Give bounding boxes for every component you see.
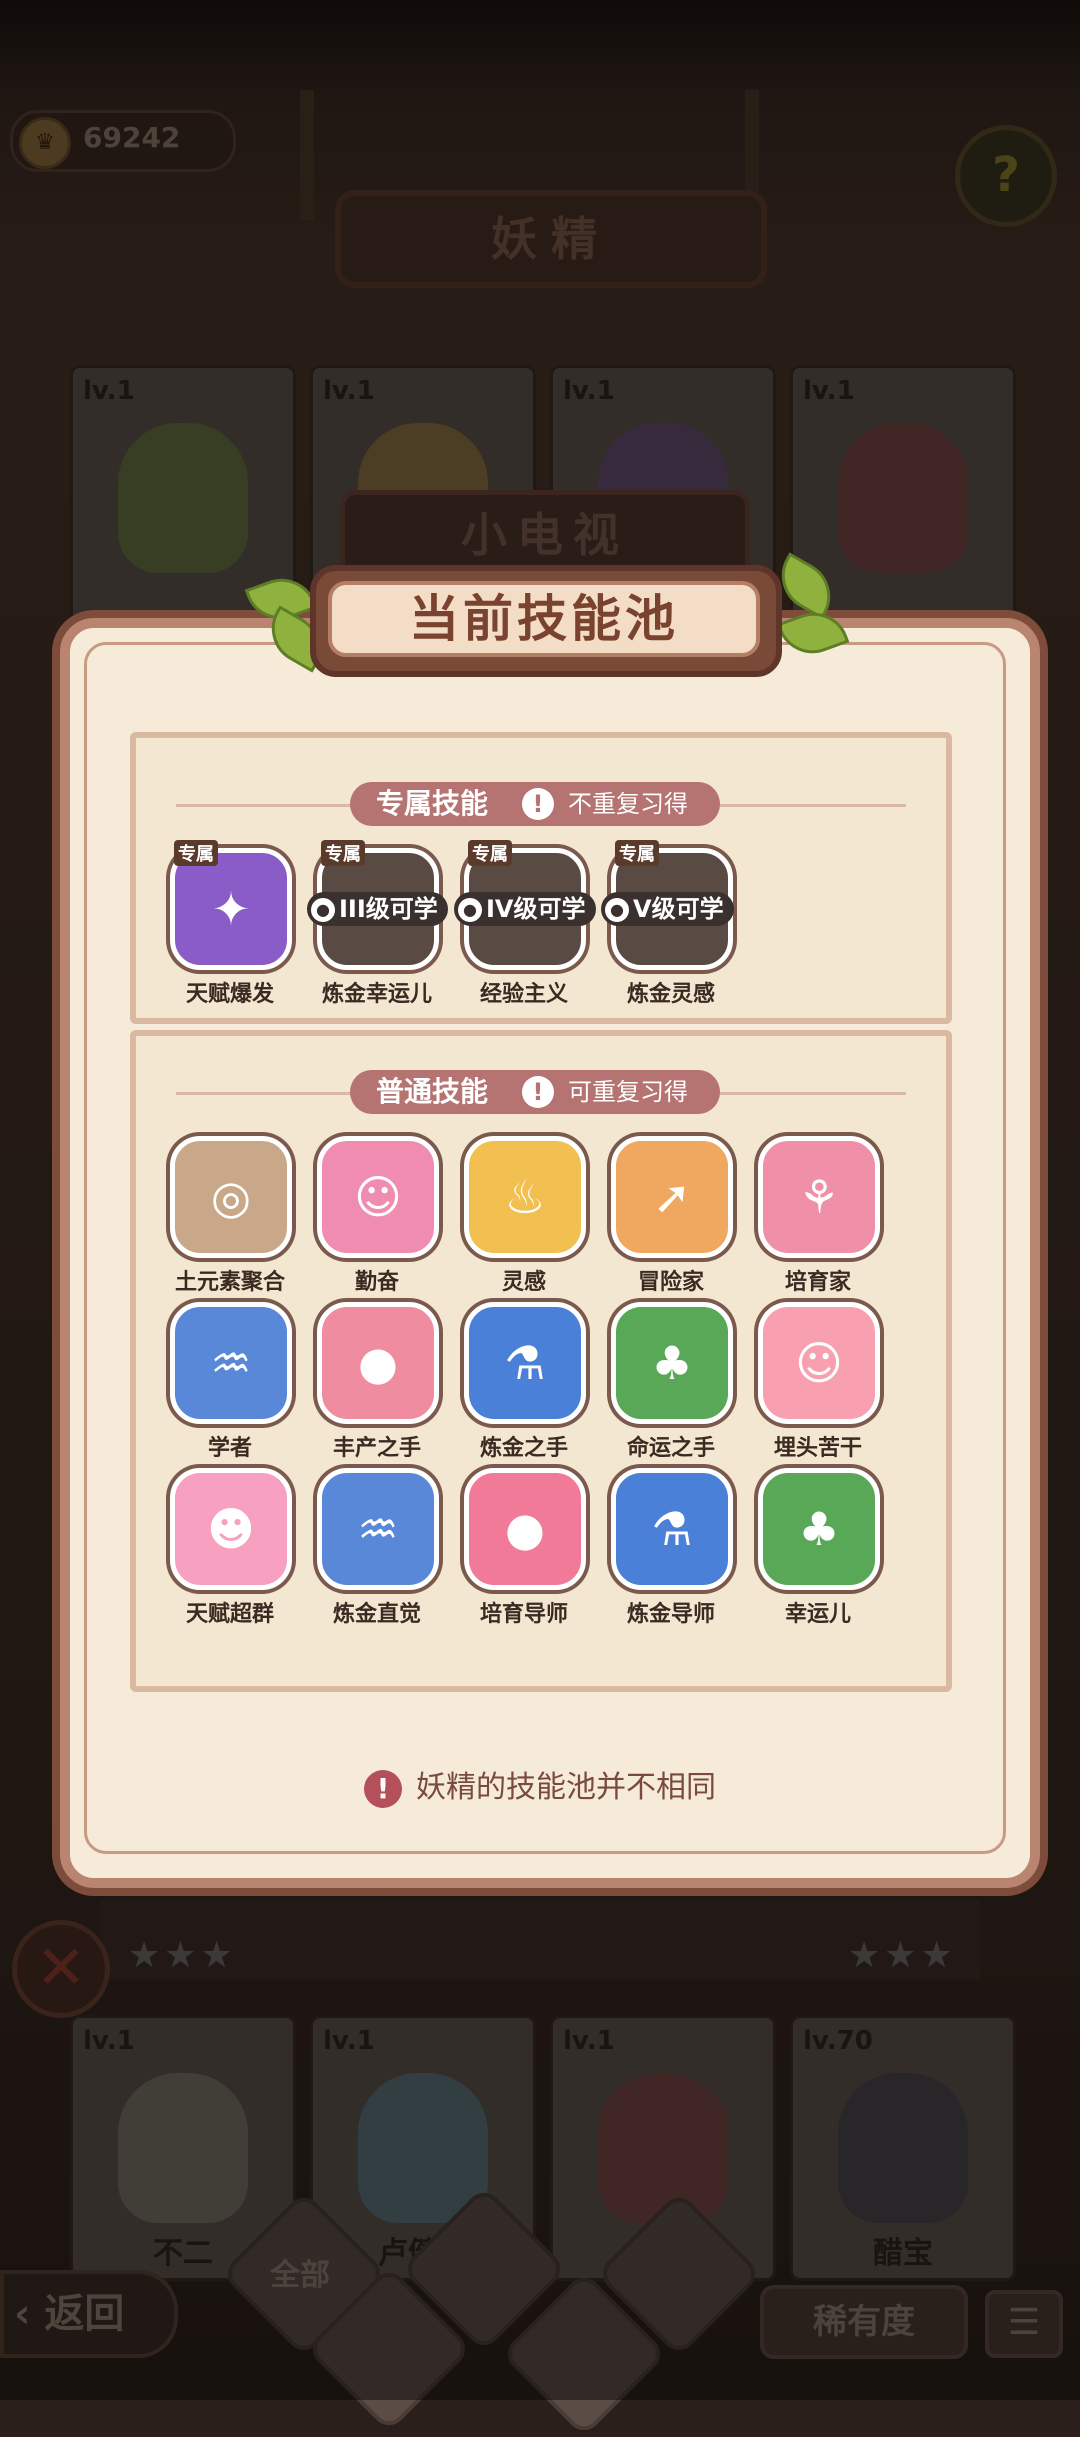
skill-item[interactable]: ♒ 炼金直觉 [317, 1468, 439, 1628]
exclusive-tag: 专属 [321, 840, 365, 866]
skill-label: 命运之手 [626, 1436, 715, 1461]
exclusive-tag: 专属 [174, 840, 218, 866]
swirl-icon: ◎ [210, 1170, 252, 1224]
cauldron-icon: ⚗ [651, 1502, 693, 1556]
exclusive-tag: 专属 [468, 840, 512, 866]
cauldron-icon: ⚗ [464, 1302, 586, 1424]
skill-label: 勤奋 [354, 1270, 399, 1295]
skill-label: 埋头苦干 [773, 1436, 862, 1461]
skill-item[interactable]: ☺ 勤奋 [317, 1136, 439, 1296]
exclusive-skill-header: 专属技能 ! 不重复习得 [350, 782, 720, 826]
dialog-title: 当前技能池 [409, 590, 679, 648]
skill-item[interactable]: ✦ 专属天赋爆发 [170, 840, 292, 1008]
watering-can-icon: ⚘ [758, 1136, 880, 1258]
skill-label: 冒险家 [637, 1270, 704, 1295]
exclusive-skill-title: 专属技能 [376, 787, 489, 820]
normal-skill-note: 可重复习得 [568, 1078, 688, 1106]
lock-requirement-badge: ● III级可学 [307, 892, 448, 926]
shell-icon: ♒ [210, 1336, 252, 1390]
skill-item[interactable]: ⚗ 炼金之手 [464, 1302, 586, 1462]
lock-icon: ● [458, 898, 482, 922]
skill-pool-note: ! 妖精的技能池并不相同 [0, 1762, 1080, 1808]
skill-label: 经验主义 [479, 982, 568, 1007]
figure-burst-icon: ✦ [170, 848, 292, 970]
exclusive-tag: 专属 [615, 840, 659, 866]
clover-icon: ♣ [758, 1468, 880, 1590]
skill-label: 土元素聚合 [174, 1270, 285, 1295]
normal-skill-title: 普通技能 [376, 1075, 489, 1108]
skill-item[interactable]: ⚘ 培育家 [758, 1136, 880, 1296]
skill-pool-note-text: 妖精的技能池并不相同 [416, 1770, 716, 1805]
dialog-title-plate: 当前技能池 [310, 565, 782, 677]
skill-label: 丰产之手 [332, 1436, 421, 1461]
cauldron-icon: ⚗ [504, 1336, 546, 1390]
skill-item[interactable]: ☺ 埋头苦干 [758, 1302, 880, 1462]
skill-item[interactable]: ● 丰产之手 [317, 1302, 439, 1462]
shell-icon: ♒ [357, 1502, 399, 1556]
lock-requirement-text: III级可学 [339, 895, 438, 923]
pot-icon: ♨ [504, 1170, 546, 1224]
skill-label: 天赋超群 [185, 1602, 274, 1627]
clover-icon: ♣ [798, 1502, 840, 1556]
map-arrow-icon: ➚ [652, 1170, 692, 1224]
skill-label: 学者 [207, 1436, 252, 1461]
skill-item[interactable]: ♒ 学者 [170, 1302, 292, 1462]
shell-icon: ♒ [317, 1468, 439, 1590]
skill-label: 炼金灵感 [626, 982, 715, 1007]
skill-item[interactable]: 专属 ● IV级可学经验主义 [454, 840, 596, 1008]
warning-icon: ! [522, 788, 554, 820]
normal-skill-section: 普通技能 ! 可重复习得 ◎ 土元素聚合 ☺ 勤奋 ♨ 灵感 ➚ 冒险家 ⚘ 培育家 ♒ 学者 ● 丰产之… [130, 1030, 952, 1692]
skill-label: 炼金直觉 [332, 1602, 421, 1627]
surprised-face-icon: ☻ [170, 1468, 292, 1590]
cauldron-icon: ⚗ [611, 1468, 733, 1590]
skill-label: 培育家 [784, 1270, 851, 1295]
smile-face-icon: ☺ [758, 1302, 880, 1424]
skill-item[interactable]: ● 培育导师 [464, 1468, 586, 1628]
skill-item[interactable]: 专属 ● V级可学炼金灵感 [601, 840, 734, 1008]
tomato-icon: ● [464, 1468, 586, 1590]
tomato-icon: ● [504, 1502, 546, 1556]
skill-item[interactable]: ⚗ 炼金导师 [611, 1468, 733, 1628]
smile-face-icon: ☺ [317, 1136, 439, 1258]
skill-item[interactable]: ♨ 灵感 [464, 1136, 586, 1296]
shell-icon: ♒ [170, 1302, 292, 1424]
skill-label: 炼金导师 [626, 1602, 715, 1627]
clover-icon: ♣ [611, 1302, 733, 1424]
tomato-icon: ● [357, 1336, 399, 1390]
map-arrow-icon: ➚ [611, 1136, 733, 1258]
skill-item[interactable]: ♣ 幸运儿 [758, 1468, 880, 1628]
exclusive-skill-note: 不重复习得 [568, 790, 688, 818]
normal-skill-header: 普通技能 ! 可重复习得 [350, 1070, 720, 1114]
lock-requirement-badge: ● V级可学 [601, 892, 734, 926]
swirl-icon: ◎ [170, 1136, 292, 1258]
lock-icon: ● [605, 898, 629, 922]
skill-item[interactable]: ☻ 天赋超群 [170, 1468, 292, 1628]
skill-item[interactable]: ➚ 冒险家 [611, 1136, 733, 1296]
dialog-title-inner: 当前技能池 [328, 581, 760, 657]
surprised-face-icon: ☻ [207, 1502, 255, 1556]
smile-face-icon: ☺ [795, 1336, 843, 1390]
warning-icon: ! [522, 1076, 554, 1108]
clover-icon: ♣ [651, 1336, 693, 1390]
pot-icon: ♨ [464, 1136, 586, 1258]
smile-face-icon: ☺ [354, 1170, 402, 1224]
figure-burst-icon: ✦ [211, 882, 251, 936]
skill-label: 天赋爆发 [185, 982, 274, 1007]
warning-icon: ! [364, 1769, 402, 1808]
skill-label: 灵感 [501, 1270, 546, 1295]
lock-requirement-text: IV级可学 [486, 895, 586, 923]
skill-item[interactable]: ◎ 土元素聚合 [170, 1136, 292, 1296]
skill-label: 炼金幸运儿 [321, 982, 432, 1007]
lock-icon: ● [311, 898, 335, 922]
skill-label: 幸运儿 [784, 1602, 851, 1627]
skill-label: 培育导师 [479, 1602, 568, 1627]
skill-item[interactable]: ♣ 命运之手 [611, 1302, 733, 1462]
lock-requirement-badge: ● IV级可学 [454, 892, 596, 926]
skill-item[interactable]: 专属 ● III级可学炼金幸运儿 [307, 840, 448, 1008]
exclusive-skill-section: 专属技能 ! 不重复习得 ✦ 专属 天赋爆发 专属 ● III级可学 炼金幸运儿 专属 ● IV级… [130, 732, 952, 1024]
watering-can-icon: ⚘ [798, 1170, 840, 1224]
tomato-icon: ● [317, 1302, 439, 1424]
skill-label: 炼金之手 [479, 1436, 568, 1461]
lock-requirement-text: V级可学 [633, 895, 724, 923]
